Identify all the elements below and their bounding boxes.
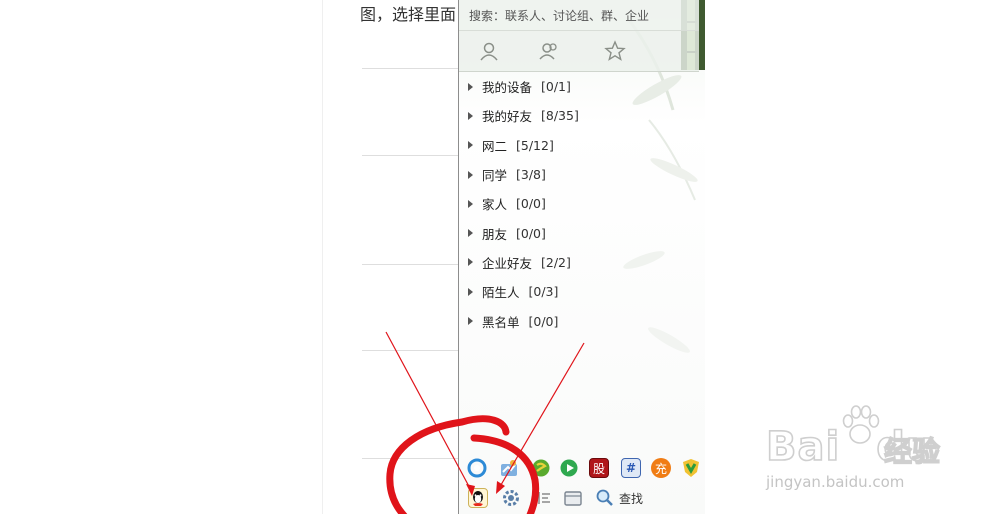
baidu-jingyan-watermark: Bai du 经验 jingyan.baidu.com [764, 404, 950, 496]
news-icon[interactable]: # [621, 458, 641, 478]
group-name: 我的设备 [482, 80, 533, 96]
watermark-url: jingyan.baidu.com [766, 473, 905, 491]
baidu-paw-icon [842, 405, 880, 444]
group-name: 家人 [482, 197, 508, 213]
group-icon [539, 43, 557, 60]
video-icon[interactable] [559, 458, 579, 478]
group-count: [0/0] [516, 225, 546, 241]
article-divider [362, 264, 460, 265]
group-count: [8/35] [541, 108, 579, 124]
shopping-icon[interactable]: 充 [651, 458, 671, 478]
group-row-friends[interactable]: 朋友 [0/0] [459, 218, 699, 247]
qq-menu-icon[interactable] [468, 488, 488, 508]
find-button[interactable]: 查找 [619, 490, 643, 507]
group-name: 朋友 [482, 226, 508, 242]
stock-icon[interactable]: 股 [589, 458, 609, 478]
message-manager-icon[interactable] [535, 488, 555, 508]
expand-arrow-icon[interactable] [468, 111, 473, 120]
expand-arrow-icon[interactable] [468, 199, 473, 208]
expand-arrow-icon[interactable] [468, 258, 473, 267]
group-count: [0/1] [541, 79, 571, 95]
expand-arrow-icon[interactable] [468, 317, 473, 326]
star-icon [604, 40, 626, 61]
group-name: 同学 [482, 168, 508, 184]
group-count: [5/12] [516, 137, 554, 153]
group-row-blacklist[interactable]: 黑名单 [0/0] [459, 306, 699, 335]
search-bar[interactable]: 搜索：联系人、讨论组、群、企业 [459, 0, 699, 31]
article-divider [362, 155, 460, 156]
article-divider [362, 350, 460, 351]
article-divider [362, 458, 460, 459]
group-count: [0/3] [528, 284, 559, 300]
group-row-my-friends[interactable]: 我的好友 [8/35] [459, 101, 699, 130]
group-count: [3/8] [516, 167, 546, 183]
article-text-fragment: 图，选择里面 [360, 5, 457, 24]
article-column-divider [322, 0, 323, 514]
bottom-app-bar: 股 # 充 查找 [459, 452, 705, 514]
friend-group-list: 我的设备 [0/1] 我的好友 [8/35] 网二 [5/12] 同学 [3/8… [459, 72, 699, 336]
group-row-strangers[interactable]: 陌生人 [0/3] [459, 277, 699, 306]
find-icon[interactable] [595, 488, 615, 508]
group-name: 我的好友 [482, 109, 533, 125]
group-name: 黑名单 [482, 314, 520, 330]
group-row-wanger[interactable]: 网二 [5/12] [459, 131, 699, 160]
file-icon[interactable] [563, 488, 583, 508]
tab-groups[interactable] [535, 37, 563, 65]
group-row-family[interactable]: 家人 [0/0] [459, 189, 699, 218]
settings-icon[interactable] [501, 488, 521, 508]
screenshot-page: 图，选择里面 搜索：联系人、讨论组、群、企业 我的设备 [0/1] 我的好友 [… [0, 0, 1000, 514]
group-row-my-devices[interactable]: 我的设备 [0/1] [459, 72, 699, 101]
expand-arrow-icon[interactable] [468, 141, 473, 150]
weather-icon[interactable] [499, 458, 519, 478]
group-count: [0/0] [516, 196, 546, 212]
watermark-jingyan: 经验 [883, 434, 941, 468]
article-divider [362, 68, 460, 69]
security-icon[interactable] [681, 458, 701, 478]
expand-arrow-icon[interactable] [468, 229, 473, 238]
qq-main-panel: 搜索：联系人、讨论组、群、企业 我的设备 [0/1] 我的好友 [8/35] 网… [458, 0, 705, 514]
group-count: [0/0] [528, 313, 559, 329]
contact-icon [480, 42, 498, 61]
group-row-enterprise-friends[interactable]: 企业好友 [2/2] [459, 248, 699, 277]
tab-favorites[interactable] [601, 37, 629, 65]
group-name: 网二 [482, 138, 508, 154]
group-row-classmates[interactable]: 同学 [3/8] [459, 160, 699, 189]
game-icon[interactable] [531, 458, 551, 478]
expand-arrow-icon[interactable] [468, 287, 473, 296]
group-name: 陌生人 [482, 285, 520, 301]
expand-arrow-icon[interactable] [468, 170, 473, 179]
tab-contacts[interactable] [475, 37, 503, 65]
qzone-icon[interactable] [467, 458, 487, 478]
search-placeholder[interactable]: 搜索：联系人、讨论组、群、企业 [469, 7, 649, 24]
expand-arrow-icon[interactable] [468, 82, 473, 91]
panel-tab-row [459, 31, 699, 72]
group-count: [2/2] [541, 254, 571, 270]
group-name: 企业好友 [482, 255, 533, 271]
